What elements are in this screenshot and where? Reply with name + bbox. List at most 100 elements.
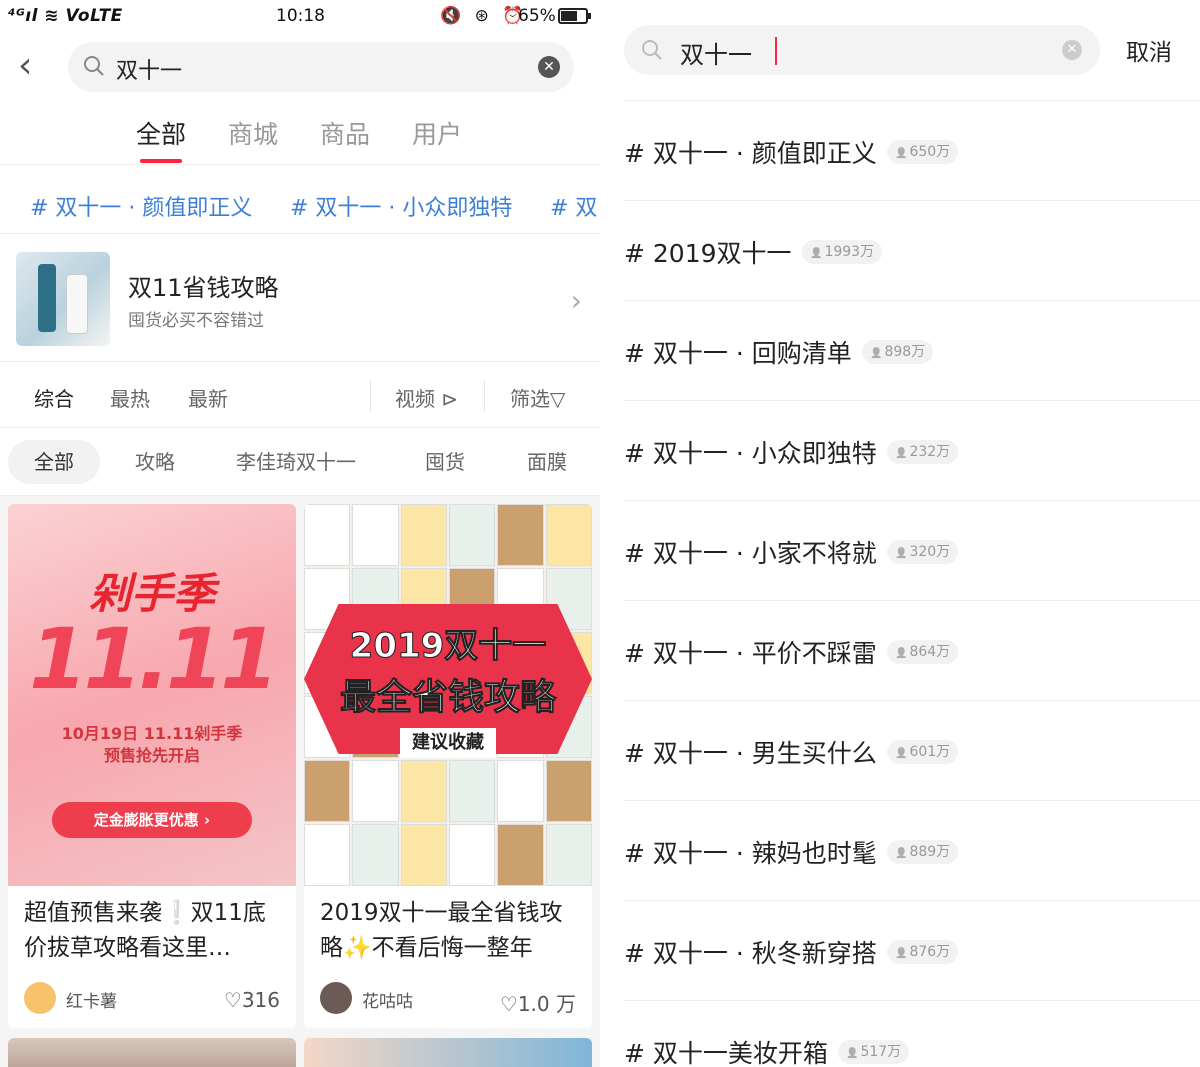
note-card[interactable] [8, 1038, 296, 1067]
note-card[interactable] [304, 1038, 592, 1067]
person-icon: 👤 [810, 248, 823, 259]
suggestion-item[interactable]: # 双十一 · 小众即独特 👤 232万 [624, 400, 1200, 500]
cancel-button[interactable]: 取消 [1126, 33, 1172, 67]
cover-line: 2019双十一 [349, 626, 547, 667]
suggestion-text: # 双十一 · 颜值即正义 [624, 139, 877, 168]
clear-icon[interactable]: ✕ [538, 56, 560, 78]
participant-count: 320万 [909, 544, 951, 560]
cover-line: 预售抢先开启 [103, 746, 200, 765]
video-label: 视频 [395, 387, 435, 411]
search-input[interactable]: 双十一 ✕ [68, 42, 574, 92]
clear-icon[interactable]: ✕ [1062, 40, 1082, 60]
person-icon: 👤 [895, 548, 908, 559]
person-icon: 👤 [846, 1048, 859, 1059]
author-name: 红卡薯 [66, 992, 117, 1012]
note-title: 超值预售来袭❕双11底价拔草攻略看这里… [24, 900, 266, 961]
cover-button: 定金膨胀更优惠 › [52, 802, 252, 838]
note-title: 2019双十一最全省钱攻略✨不看后悔一整年 [320, 900, 563, 961]
filter-chips: 全部 攻略 李佳琦双十一 囤货 面膜 [0, 430, 600, 496]
sort-newest[interactable]: 最新 [188, 383, 228, 412]
note-feed: 剁手季 11.11 10月19日 11.11剁手季 预售抢先开启 定金膨胀更优惠… [0, 496, 600, 1067]
suggestion-text: # 双十一 · 男生买什么 [624, 739, 877, 768]
guide-card[interactable]: 双11省钱攻略 囤货必买不容错过 › [0, 236, 600, 362]
search-input[interactable]: 双十一 ✕ [624, 25, 1100, 75]
tab-mall[interactable]: 商城 [228, 115, 278, 151]
suggestion-text: # 双十一 · 平价不踩雷 [624, 639, 877, 668]
hashtag-link[interactable]: # 双 [550, 190, 597, 222]
chevron-right-icon: › [570, 284, 582, 317]
suggestion-item[interactable]: # 双十一 · 平价不踩雷 👤 864万 [624, 600, 1200, 700]
participant-count: 889万 [909, 844, 951, 860]
hashtag-link[interactable]: # 双十一 · 颜值即正义 [30, 190, 252, 222]
video-filter-button[interactable]: 视频 ⊳ [395, 383, 458, 412]
status-bar: ⁴ᴳıl ≋ VoLTE 10:18 🔇 ⊛ ⏰ 65% [0, 0, 600, 32]
text-cursor [775, 37, 777, 65]
filter-button[interactable]: 筛选▽ [510, 383, 565, 412]
note-cover-image [304, 1038, 592, 1067]
suggestion-item[interactable]: # 双十一 · 男生买什么 👤 601万 [624, 700, 1200, 800]
suggestion-item[interactable]: # 2019双十一 👤 1993万 [624, 200, 1200, 300]
participant-count: 1993万 [824, 244, 875, 260]
search-results-screen: ⁴ᴳıl ≋ VoLTE 10:18 🔇 ⊛ ⏰ 65% ‹ 双十一 ✕ 全部 … [0, 0, 600, 1067]
person-icon: 👤 [870, 348, 883, 359]
funnel-icon: ▽ [550, 387, 566, 411]
back-arrow-icon[interactable]: ‹ [18, 48, 52, 88]
battery-icon [558, 8, 591, 24]
participant-count-badge: 👤 650万 [887, 140, 959, 164]
search-suggest-screen: 双十一 ✕ 取消 # 双十一 · 颜值即正义 👤 650万 # 2019双十一 👤 199… [600, 0, 1200, 1067]
play-icon: ⊳ [441, 387, 459, 411]
participant-count: 232万 [909, 444, 951, 460]
participant-count-badge: 👤 517万 [838, 1040, 910, 1064]
sort-hottest[interactable]: 最热 [110, 383, 150, 412]
suggestion-text: # 双十一 · 回购清单 [624, 339, 852, 368]
guide-thumbnail [16, 252, 110, 346]
chip-mask[interactable]: 面膜 [527, 440, 567, 484]
participant-count-badge: 👤 1993万 [802, 240, 883, 264]
participant-count: 601万 [909, 744, 951, 760]
tab-products[interactable]: 商品 [320, 115, 370, 151]
search-query: 双十一 [680, 41, 752, 69]
suggestion-text: # 双十一 · 小众即独特 [624, 439, 877, 468]
sort-comprehensive[interactable]: 综合 [34, 383, 74, 412]
sort-bar: 综合 最热 最新 视频 ⊳ 筛选▽ [0, 364, 600, 428]
participant-count-badge: 👤 864万 [887, 640, 959, 664]
chip-stockup[interactable]: 囤货 [425, 440, 465, 484]
chip-all[interactable]: 全部 [8, 440, 100, 484]
hashtag-link[interactable]: # 双十一 · 小众即独特 [290, 190, 512, 222]
participant-count: 876万 [909, 944, 951, 960]
chip-lijiaqi[interactable]: 李佳琦双十一 [236, 440, 356, 484]
guide-subtitle: 囤货必买不容错过 [128, 311, 264, 331]
suggestion-item[interactable]: # 双十一 · 小家不将就 👤 320万 [624, 500, 1200, 600]
search-icon [84, 56, 104, 76]
suggestion-item[interactable]: # 双十一 · 秋冬新穿搭 👤 876万 [624, 900, 1200, 1000]
suggestion-item[interactable]: # 双十一 · 回购清单 👤 898万 [624, 300, 1200, 400]
person-icon: 👤 [895, 848, 908, 859]
note-cover-image [8, 1038, 296, 1067]
note-card[interactable]: 2019双十一 最全省钱攻略 建议收藏 2019双十一最全省钱攻略✨不看后悔一整… [304, 504, 592, 1028]
suggestion-text: # 双十一美妆开箱 [624, 1039, 828, 1067]
like-count[interactable]: ♡316 [224, 988, 280, 1012]
cover-tag: 建议收藏 [400, 728, 496, 758]
person-icon: 👤 [895, 748, 908, 759]
status-icons: 🔇 ⊛ ⏰ [440, 6, 528, 26]
hashtag-row: # 双十一 · 颜值即正义 # 双十一 · 小众即独特 # 双 [0, 174, 600, 234]
participant-count: 517万 [860, 1044, 902, 1060]
suggestion-item[interactable]: # 双十一 · 颜值即正义 👤 650万 [624, 100, 1200, 200]
person-icon: 👤 [895, 448, 908, 459]
suggestion-text: # 双十一 · 秋冬新穿搭 [624, 939, 877, 968]
tab-all[interactable]: 全部 [136, 115, 186, 163]
participant-count: 898万 [884, 344, 926, 360]
chip-guide[interactable]: 攻略 [135, 440, 175, 484]
cover-big-text: 11.11 [29, 610, 279, 708]
participant-count-badge: 👤 320万 [887, 540, 959, 564]
tab-users[interactable]: 用户 [412, 115, 462, 151]
filter-label: 筛选 [510, 387, 550, 411]
like-count[interactable]: ♡1.0 万 [500, 988, 576, 1017]
note-card[interactable]: 剁手季 11.11 10月19日 11.11剁手季 预售抢先开启 定金膨胀更优惠… [8, 504, 296, 1028]
suggestion-list: # 双十一 · 颜值即正义 👤 650万 # 2019双十一 👤 1993万 # 双十一 ·… [624, 100, 1200, 1067]
suggestion-item[interactable]: # 双十一美妆开箱 👤 517万 [624, 1000, 1200, 1067]
participant-count: 864万 [909, 644, 951, 660]
cover-line: 最全省钱攻略 [339, 677, 556, 719]
suggestion-item[interactable]: # 双十一 · 辣妈也时髦 👤 889万 [624, 800, 1200, 900]
network-indicator: ⁴ᴳıl ≋ VoLTE [8, 6, 123, 26]
